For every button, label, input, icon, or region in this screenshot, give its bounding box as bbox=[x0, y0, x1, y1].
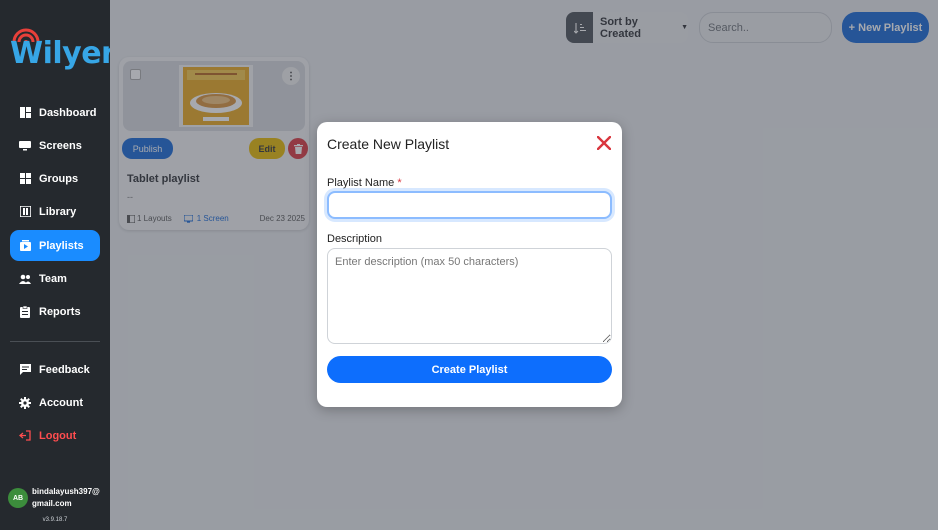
close-icon[interactable] bbox=[597, 136, 611, 150]
required-mark: * bbox=[397, 177, 402, 189]
sidebar-item-account[interactable]: Account bbox=[10, 387, 100, 418]
brand-logo[interactable]: Wilyer. bbox=[10, 22, 122, 74]
sidebar-item-label: Playlists bbox=[39, 239, 84, 252]
create-playlist-button[interactable]: Create Playlist bbox=[327, 356, 612, 383]
avatar: AB bbox=[8, 488, 28, 508]
library-icon bbox=[19, 206, 31, 218]
sidebar-item-label: Logout bbox=[39, 429, 77, 442]
user-profile[interactable]: AB bindalayush397@gmail.com bbox=[8, 486, 106, 510]
sidebar-item-label: Team bbox=[39, 272, 67, 285]
sidebar-item-groups[interactable]: Groups bbox=[10, 163, 100, 194]
description-label: Description bbox=[327, 233, 383, 245]
monitor-icon bbox=[19, 140, 31, 152]
sidebar-item-label: Groups bbox=[39, 172, 79, 185]
sidebar-item-label: Dashboard bbox=[39, 106, 97, 119]
sidebar-item-label: Library bbox=[39, 205, 77, 218]
app-version: v3.9.18.7 bbox=[42, 517, 68, 523]
sidebar-divider bbox=[10, 341, 100, 342]
team-icon bbox=[19, 273, 31, 285]
sidebar-item-label: Screens bbox=[39, 139, 82, 152]
sidebar-item-dashboard[interactable]: Dashboard bbox=[10, 97, 100, 128]
sidebar-item-label: Feedback bbox=[39, 363, 90, 376]
create-playlist-modal: Create New Playlist Playlist Name * Desc… bbox=[317, 122, 622, 407]
modal-title: Create New Playlist bbox=[327, 136, 450, 152]
playlist-name-input[interactable] bbox=[327, 191, 612, 219]
logout-icon bbox=[19, 430, 31, 442]
reports-icon bbox=[19, 305, 31, 318]
user-email: bindalayush397@gmail.com bbox=[32, 487, 100, 508]
sidebar-item-reports[interactable]: Reports bbox=[10, 296, 100, 327]
sidebar-item-team[interactable]: Team bbox=[10, 263, 100, 294]
sidebar-item-label: Account bbox=[39, 396, 83, 409]
feedback-icon bbox=[19, 364, 31, 376]
sidebar-item-logout[interactable]: Logout bbox=[10, 420, 100, 451]
dashboard-icon bbox=[19, 107, 31, 119]
playlist-name-label-text: Playlist Name bbox=[327, 177, 395, 189]
sidebar-item-feedback[interactable]: Feedback bbox=[10, 354, 100, 385]
sidebar-item-screens[interactable]: Screens bbox=[10, 130, 100, 161]
playlist-name-label: Playlist Name * bbox=[327, 177, 402, 189]
gear-icon bbox=[19, 396, 31, 409]
playlist-icon bbox=[19, 240, 31, 252]
sidebar: Wilyer. Dashboard Screens Groups Library… bbox=[0, 0, 122, 530]
grid-icon bbox=[19, 173, 31, 185]
sidebar-item-library[interactable]: Library bbox=[10, 196, 100, 227]
sidebar-item-playlists[interactable]: Playlists bbox=[10, 230, 100, 261]
description-input[interactable] bbox=[327, 248, 612, 344]
sidebar-item-label: Reports bbox=[39, 305, 81, 318]
brand-name: Wilyer bbox=[10, 36, 112, 71]
